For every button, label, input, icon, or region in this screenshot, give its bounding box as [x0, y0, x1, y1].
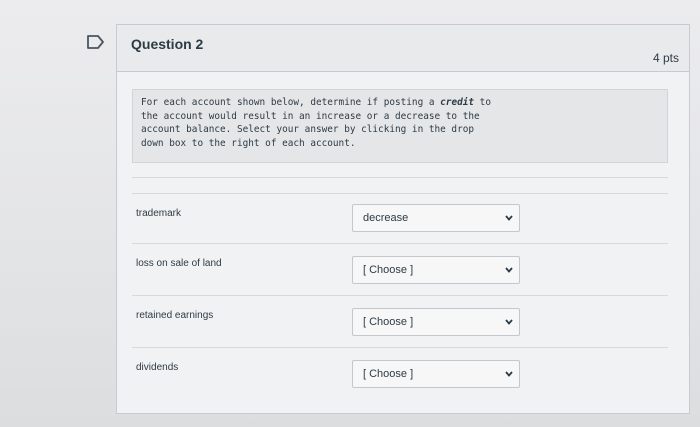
- question-card: Question 2 4 pts For each account shown …: [116, 24, 690, 414]
- instructions-line-2: the account would result in an increase …: [141, 110, 480, 122]
- account-label: retained earnings: [136, 310, 214, 321]
- divider: [132, 177, 668, 178]
- dropdown-value: [ Choose ]: [363, 264, 414, 276]
- account-label: dividends: [136, 362, 179, 373]
- answer-row-retained-earnings: retained earnings [ Choose ]: [132, 295, 668, 346]
- chevron-down-icon: [505, 319, 513, 325]
- chevron-down-icon: [505, 215, 513, 221]
- instructions-line-4: down box to the right of each account.: [141, 137, 356, 149]
- question-header: Question 2 4 pts: [117, 25, 689, 72]
- answer-row-trademark: trademark decrease: [132, 193, 668, 244]
- instructions-line-3: account balance. Select your answer by c…: [141, 124, 475, 135]
- answer-dropdown-retained-earnings[interactable]: [ Choose ]: [352, 308, 520, 336]
- instructions-emphasis: credit: [440, 97, 475, 108]
- answer-dropdown-loss-on-sale-of-land[interactable]: [ Choose ]: [352, 256, 520, 284]
- instructions-line-1: For each account shown below, determine …: [141, 96, 659, 110]
- dropdown-value: decrease: [363, 212, 409, 224]
- instructions-text: For each account shown below, determine …: [141, 97, 441, 108]
- flag-icon[interactable]: [86, 34, 106, 50]
- chevron-down-icon: [505, 371, 513, 377]
- question-title: Question 2: [131, 36, 204, 52]
- answer-row-loss-on-sale-of-land: loss on sale of land [ Choose ]: [132, 243, 668, 294]
- dropdown-value: [ Choose ]: [363, 368, 414, 380]
- account-label: loss on sale of land: [136, 258, 222, 269]
- account-label: trademark: [136, 208, 182, 219]
- dropdown-value: [ Choose ]: [363, 316, 414, 328]
- question-instructions: For each account shown below, determine …: [132, 89, 668, 163]
- answer-dropdown-trademark[interactable]: decrease: [352, 204, 520, 232]
- question-points: 4 pts: [652, 51, 679, 65]
- answer-dropdown-dividends[interactable]: [ Choose ]: [352, 360, 520, 388]
- chevron-down-icon: [505, 267, 513, 273]
- quiz-page: Question 2 4 pts For each account shown …: [0, 0, 700, 427]
- answer-row-dividends: dividends [ Choose ]: [132, 347, 668, 398]
- instructions-text: to: [474, 97, 491, 108]
